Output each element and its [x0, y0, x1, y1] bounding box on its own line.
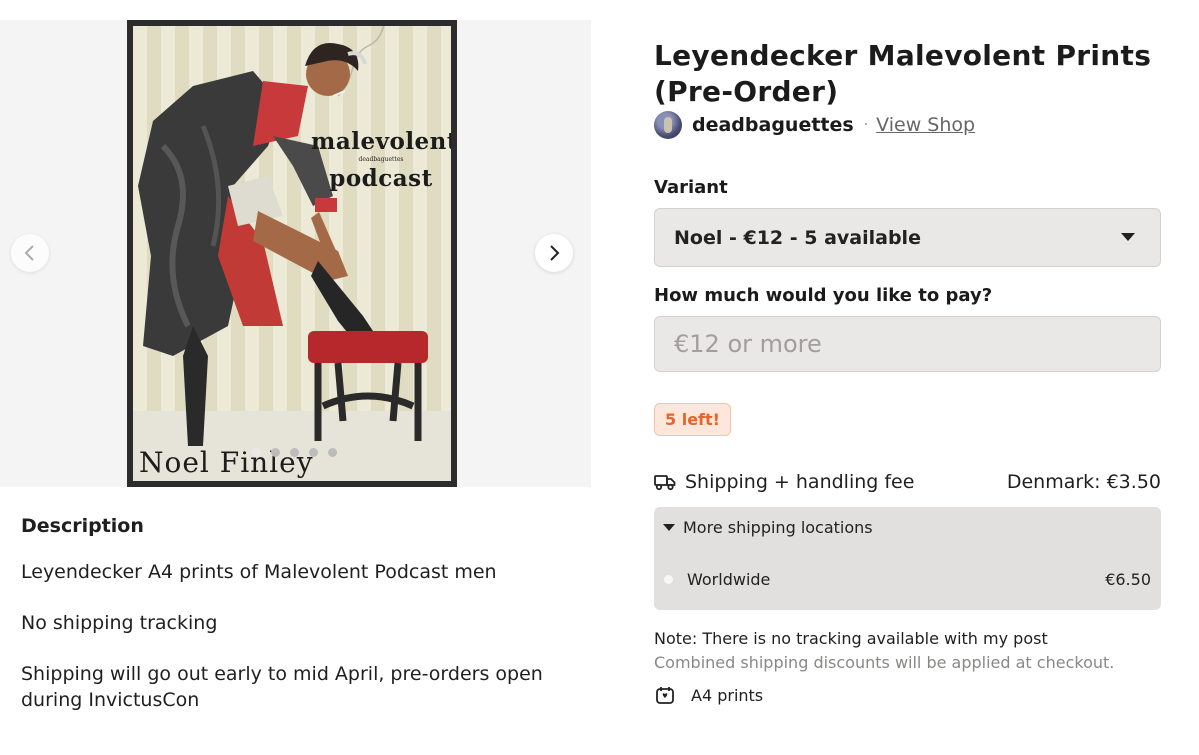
description-paragraph: No shipping tracking [21, 612, 218, 634]
more-shipping-locations-panel: More shipping locations Worldwide €6.50 [654, 507, 1161, 610]
variant-selected-value: Noel - €12 - 5 available [674, 226, 921, 249]
shipping-row: Shipping + handling fee Denmark: €3.50 [654, 468, 1161, 496]
variant-select[interactable]: Noel - €12 - 5 available [654, 208, 1161, 267]
shipping-note: Note: There is no tracking available wit… [654, 629, 1048, 648]
description-heading: Description [21, 515, 144, 537]
shipping-location-price: €6.50 [1105, 569, 1151, 589]
description-paragraph: Leyendecker A4 prints of Malevolent Podc… [21, 561, 497, 583]
shipping-location-name: Worldwide [687, 569, 771, 589]
gift-box-icon [656, 687, 674, 704]
poster-title-line2: podcast [329, 165, 433, 193]
separator: · [863, 117, 869, 133]
poster-title-small: deadbaguettes [358, 156, 404, 164]
pay-amount-input[interactable] [654, 316, 1161, 372]
more-shipping-locations-toggle[interactable]: More shipping locations [663, 518, 873, 537]
gallery-dot[interactable] [328, 448, 337, 457]
previous-image-button[interactable] [11, 234, 49, 272]
product-type-row: A4 prints [654, 683, 763, 707]
product-type-label: A4 prints [691, 685, 764, 705]
variant-label: Variant [654, 177, 728, 198]
caret-down-icon [1121, 233, 1135, 241]
product-image-gallery: malevolent deadbaguettes podcast Noel Fi… [0, 20, 591, 487]
bullet-icon [664, 574, 673, 584]
shop-name[interactable]: deadbaguettes [692, 114, 854, 136]
view-shop-link[interactable]: View Shop [876, 114, 975, 136]
shipping-location-row: Worldwide €6.50 [664, 568, 1151, 590]
pay-amount-label: How much would you like to pay? [654, 285, 993, 306]
product-title: Leyendecker Malevolent Prints (Pre-Order… [654, 39, 1152, 108]
avatar[interactable] [654, 111, 682, 139]
shop-row: deadbaguettes · View Shop [654, 110, 975, 140]
combined-shipping-note: Combined shipping discounts will be appl… [654, 653, 1115, 672]
gallery-dots [252, 448, 337, 457]
description-paragraph: Shipping will go out early to mid April,… [21, 663, 543, 711]
shipping-label: Shipping + handling fee [685, 471, 915, 493]
chevron-right-icon [550, 245, 560, 261]
shipping-destination-price: Denmark: €3.50 [1006, 471, 1161, 493]
gallery-dot[interactable] [309, 448, 318, 457]
gallery-dot[interactable] [271, 448, 280, 457]
product-image: malevolent deadbaguettes podcast Noel Fi… [127, 20, 457, 487]
truck-icon [654, 475, 676, 491]
more-shipping-locations-label: More shipping locations [683, 518, 873, 537]
caret-down-icon [663, 524, 675, 531]
poster-illustration [138, 26, 428, 446]
chevron-left-icon [24, 245, 34, 261]
poster-title: malevolent deadbaguettes podcast [311, 129, 451, 193]
next-image-button[interactable] [535, 234, 573, 272]
gallery-dot[interactable] [290, 448, 299, 457]
stock-badge: 5 left! [654, 403, 731, 436]
poster-title-line1: malevolent [311, 128, 457, 155]
gallery-dot[interactable] [252, 448, 261, 457]
